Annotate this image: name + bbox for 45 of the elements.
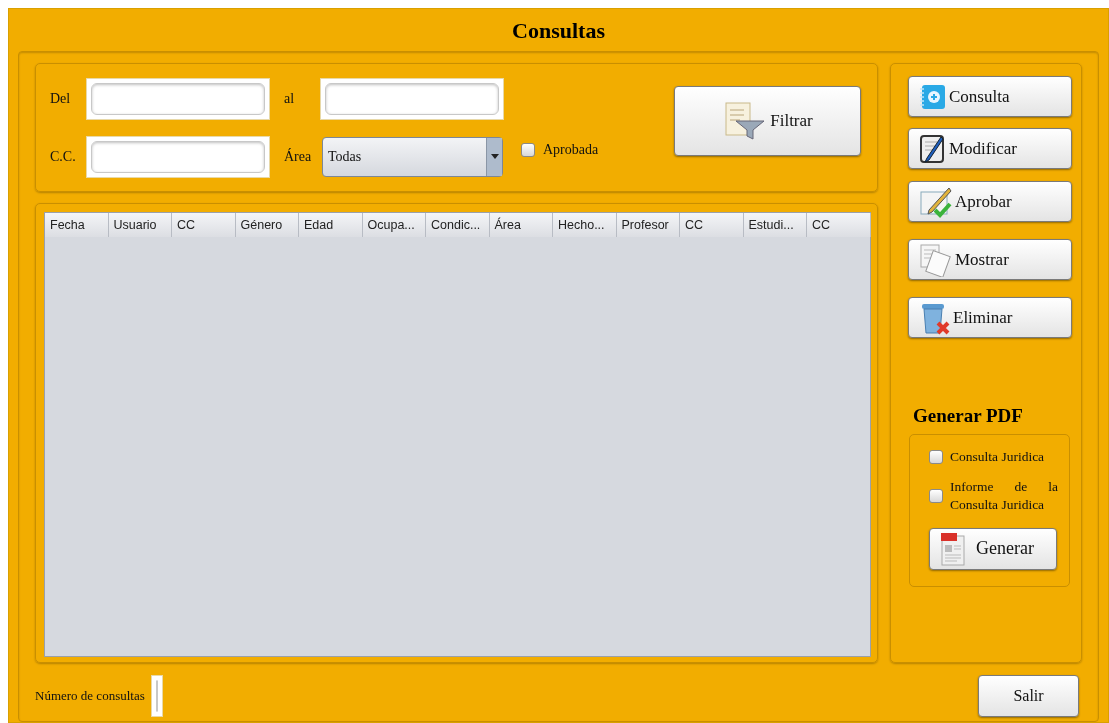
- window-title: Consultas: [511, 17, 606, 45]
- checkbox[interactable]: [521, 142, 535, 157]
- column-header[interactable]: CC: [680, 213, 744, 237]
- column-header[interactable]: CC: [807, 213, 871, 237]
- field-label: Número de consultas: [35, 687, 145, 706]
- text-field[interactable]: [86, 135, 270, 178]
- area-dropdown[interactable]: Todas: [322, 136, 503, 177]
- text-field[interactable]: [150, 675, 163, 717]
- pen-on-paper-icon: [919, 133, 947, 164]
- column-header[interactable]: Género: [235, 213, 299, 237]
- column-header[interactable]: Usuario: [108, 213, 172, 237]
- column-header[interactable]: Estudi...: [743, 213, 807, 237]
- checkbox-label: Aprobada: [543, 141, 599, 159]
- option-label: Informe de la Consulta Juridica: [950, 477, 1058, 514]
- section-title: Generar PDF: [913, 404, 1024, 428]
- column-header[interactable]: Fecha: [45, 213, 109, 237]
- edit-button[interactable]: Modificar: [908, 128, 1072, 169]
- funnel-document-icon: [722, 100, 767, 141]
- field-label: Del: [50, 90, 72, 108]
- field-label: al: [283, 90, 296, 108]
- delete-button[interactable]: Eliminar: [908, 297, 1072, 338]
- column-header[interactable]: Ocupa...: [362, 213, 426, 237]
- checkbox[interactable]: [929, 488, 943, 503]
- option-label: Consulta Juridica: [950, 447, 1046, 466]
- field-label: Área: [283, 147, 313, 166]
- text-field[interactable]: [86, 77, 270, 120]
- pencil-check-icon: [919, 185, 953, 218]
- filter-button[interactable]: Filtrar: [674, 85, 861, 156]
- field-label: C.C.: [50, 148, 77, 166]
- new-query-button[interactable]: Consulta: [908, 76, 1072, 117]
- generate-button[interactable]: Generar: [929, 527, 1057, 570]
- text-field[interactable]: [320, 77, 504, 120]
- approve-button[interactable]: Aprobar: [908, 181, 1072, 222]
- exit-button[interactable]: Salir: [978, 675, 1079, 717]
- pdf-document-icon: [940, 531, 966, 566]
- show-button[interactable]: Mostrar: [908, 239, 1072, 280]
- column-header[interactable]: Edad: [299, 213, 363, 237]
- column-header[interactable]: Condic...: [426, 213, 490, 237]
- checkbox[interactable]: [929, 449, 943, 464]
- column-header[interactable]: CC: [172, 213, 236, 237]
- column-header[interactable]: Profesor: [616, 213, 680, 237]
- column-header[interactable]: Área: [489, 213, 553, 237]
- notebook-plus-icon: [919, 83, 947, 110]
- documents-icon: [919, 242, 953, 277]
- column-header[interactable]: Hecho...: [553, 213, 617, 237]
